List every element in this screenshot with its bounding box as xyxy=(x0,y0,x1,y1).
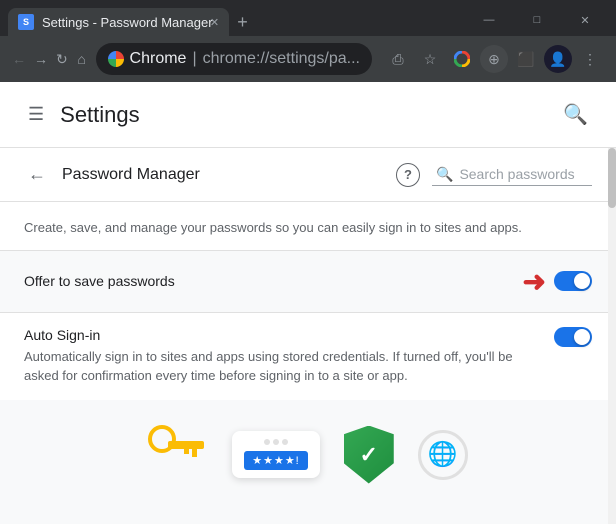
address-chrome-label: Chrome xyxy=(130,50,187,68)
address-bar: ← → ↻ ⌂ Chrome | chrome://settings/pa...… xyxy=(0,36,616,82)
password-card-illustration: ★★★★! xyxy=(232,431,320,478)
new-tab-button[interactable]: + xyxy=(229,8,257,36)
settings-title-wrap: ☰ Settings xyxy=(24,100,140,129)
pm-search-icon: 🔍 xyxy=(436,166,453,183)
card-password-field: ★★★★! xyxy=(244,451,308,470)
globe-illustration: 🌐 xyxy=(418,430,468,480)
card-dot-1 xyxy=(264,439,270,445)
more-menu-button[interactable]: ⋮ xyxy=(576,45,604,73)
shield-shape: ✓ xyxy=(344,426,394,484)
offer-to-save-row: Offer to save passwords ➜ xyxy=(0,250,616,313)
window-controls: — □ ✕ xyxy=(466,4,608,36)
card-dot-3 xyxy=(282,439,288,445)
address-divider: | xyxy=(192,50,196,68)
offer-to-save-toggle[interactable] xyxy=(554,271,592,291)
shield-illustration: ✓ xyxy=(344,426,394,484)
pm-description-text: Create, save, and manage your passwords … xyxy=(24,220,522,235)
pm-title: Password Manager xyxy=(62,166,200,184)
tab-close-button[interactable]: ✕ xyxy=(207,14,223,30)
offer-to-save-label: Offer to save passwords xyxy=(24,273,175,289)
auto-signin-row: Auto Sign-in Automatically sign in to si… xyxy=(0,313,616,400)
pm-search-placeholder: Search passwords xyxy=(459,166,574,182)
back-nav-button[interactable]: ← xyxy=(12,45,26,73)
active-tab[interactable]: S Settings - Password Manager ✕ xyxy=(8,8,229,36)
content-area: ☰ Settings 🔍 ← Password Manager ? 🔍 Sear… xyxy=(0,82,616,524)
address-input[interactable]: Chrome | chrome://settings/pa... xyxy=(96,43,372,75)
home-button[interactable]: ⌂ xyxy=(76,45,88,73)
shield-check-icon: ✓ xyxy=(360,442,378,468)
key-illustration xyxy=(148,425,208,485)
scrollbar-thumb[interactable] xyxy=(608,148,616,208)
illustration-area: ★★★★! ✓ 🌐 xyxy=(0,400,616,510)
pm-header-left: ← Password Manager xyxy=(24,160,200,189)
minimize-button[interactable]: — xyxy=(466,4,512,36)
site-favicon xyxy=(108,51,124,67)
toolbar-icons: ⎙ ☆ ⊕ ⬛ 👤 ⋮ xyxy=(384,45,604,73)
scrollbar-track[interactable] xyxy=(608,148,616,524)
bookmark-icon[interactable]: ☆ xyxy=(416,45,444,73)
offer-to-save-toggle-wrap: ➜ xyxy=(523,265,592,298)
reload-button[interactable]: ↻ xyxy=(56,45,68,73)
pm-search-wrap[interactable]: 🔍 Search passwords xyxy=(432,164,592,186)
settings-title: Settings xyxy=(60,102,140,128)
auto-signin-title: Auto Sign-in xyxy=(24,327,530,343)
auto-signin-toggle[interactable] xyxy=(554,327,592,347)
card-dots-row xyxy=(244,439,308,445)
profile-icon[interactable]: 👤 xyxy=(544,45,572,73)
tab-favicon: S xyxy=(18,14,34,30)
pm-header-right: ? 🔍 Search passwords xyxy=(396,163,592,187)
tab-bar: S Settings - Password Manager ✕ + — □ ✕ xyxy=(0,0,616,36)
settings-header: ☰ Settings 🔍 xyxy=(0,82,616,148)
share-icon[interactable]: ⎙ xyxy=(384,45,412,73)
auto-signin-description: Automatically sign in to sites and apps … xyxy=(24,347,530,386)
pm-description: Create, save, and manage your passwords … xyxy=(0,202,616,250)
extensions-icon[interactable]: ⊕ xyxy=(480,45,508,73)
password-manager-area: ← Password Manager ? 🔍 Search passwords … xyxy=(0,148,616,524)
menu-icon[interactable]: ☰ xyxy=(24,100,48,129)
pm-back-button[interactable]: ← xyxy=(24,160,50,189)
forward-nav-button[interactable]: → xyxy=(34,45,48,73)
maximize-button[interactable]: □ xyxy=(514,4,560,36)
key-teeth-1 xyxy=(192,449,197,457)
color-icon[interactable] xyxy=(448,45,476,73)
card-dot-2 xyxy=(273,439,279,445)
key-body xyxy=(168,441,204,449)
address-url: chrome://settings/pa... xyxy=(203,50,360,68)
browser-menu-icon[interactable]: ⬛ xyxy=(512,45,540,73)
toggle-knob xyxy=(574,273,590,289)
close-button[interactable]: ✕ xyxy=(562,4,608,36)
arrow-indicator: ➜ xyxy=(523,265,546,298)
tab-title: Settings - Password Manager xyxy=(42,15,213,30)
pm-header: ← Password Manager ? 🔍 Search passwords xyxy=(0,148,616,202)
auto-signin-toggle-knob xyxy=(574,329,590,345)
pm-help-button[interactable]: ? xyxy=(396,163,420,187)
settings-search-button[interactable]: 🔍 xyxy=(559,98,592,131)
auto-signin-text: Auto Sign-in Automatically sign in to si… xyxy=(24,327,530,386)
key-teeth-2 xyxy=(184,449,189,454)
